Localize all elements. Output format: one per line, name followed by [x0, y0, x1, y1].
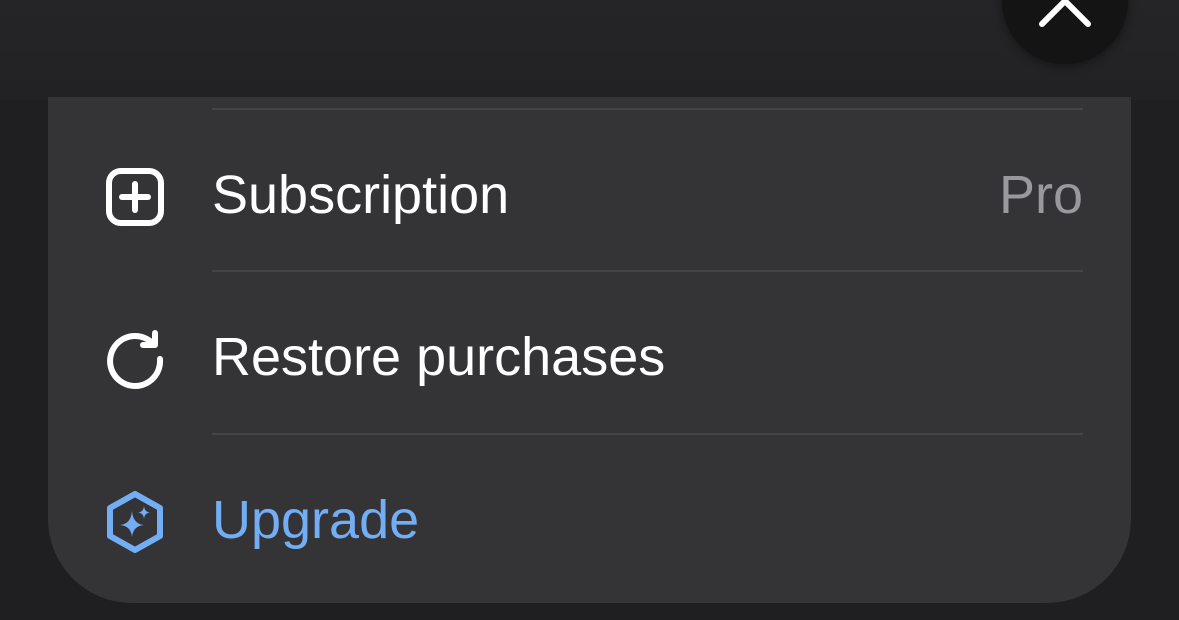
subscription-status-value: Pro	[998, 165, 1083, 225]
sparkle-hexagon-icon	[107, 491, 163, 553]
refresh-icon	[107, 330, 164, 389]
menu-item-label: Restore purchases	[212, 327, 666, 387]
settings-menu-card: Subscription Pro Restore purchases Upgra…	[48, 97, 1131, 603]
menu-item-upgrade[interactable]: Upgrade	[48, 465, 1131, 575]
menu-item-label: Subscription	[212, 165, 510, 225]
chevron-up-icon	[1039, 0, 1091, 27]
divider	[212, 108, 1083, 110]
menu-item-label: Upgrade	[212, 490, 420, 550]
divider	[212, 433, 1083, 435]
menu-item-subscription[interactable]: Subscription Pro	[48, 140, 1131, 250]
plus-square-icon	[106, 168, 164, 226]
header-background	[0, 0, 1179, 100]
menu-item-restore-purchases[interactable]: Restore purchases	[48, 302, 1131, 412]
divider	[212, 270, 1083, 272]
